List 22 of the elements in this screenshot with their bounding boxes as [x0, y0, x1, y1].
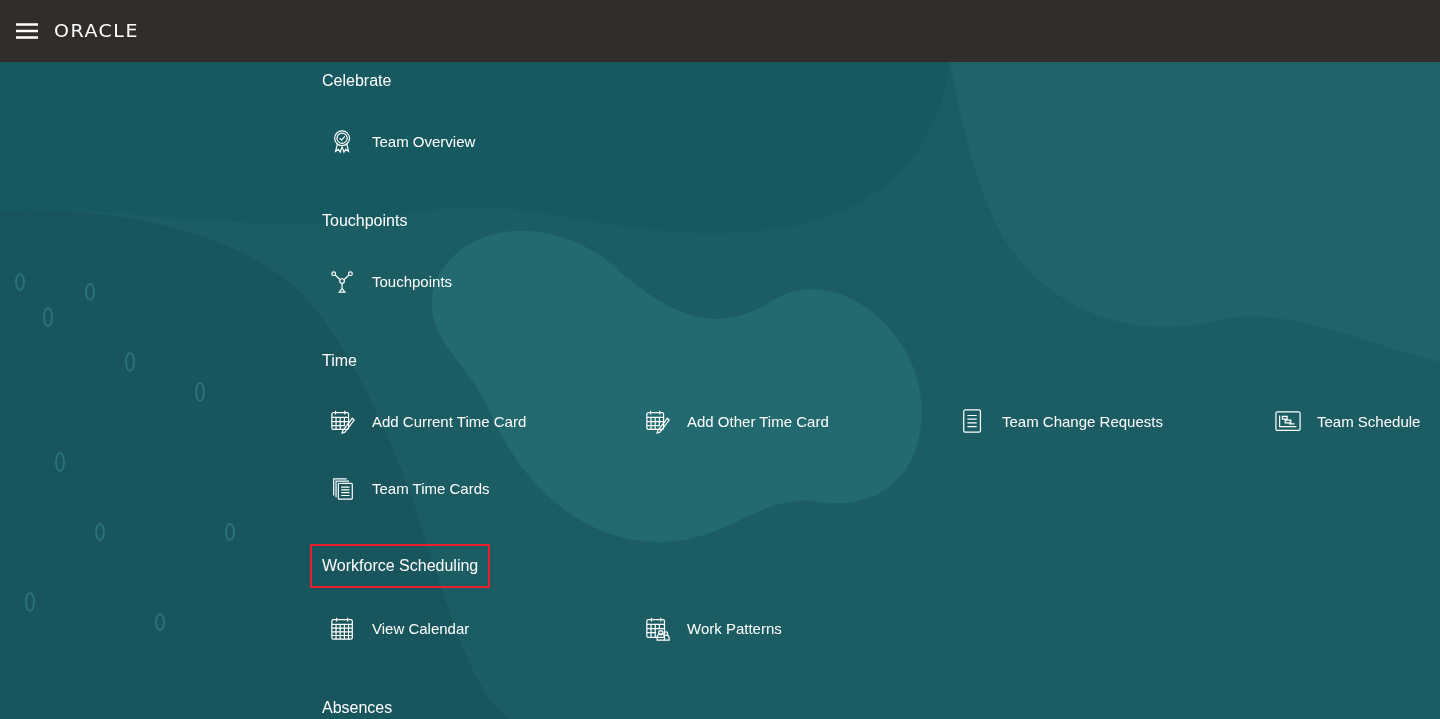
calendar-icon — [330, 615, 356, 642]
app-link[interactable]: Team Time Cards — [330, 455, 490, 522]
app-link[interactable]: Work Patterns — [645, 595, 782, 662]
app-link[interactable]: Add Current Time Card — [330, 388, 527, 455]
calendar-people-icon — [645, 615, 671, 642]
calendar-pencil-icon — [330, 408, 356, 435]
section-heading: Time — [321, 351, 358, 370]
section-heading: Celebrate — [321, 71, 393, 90]
app-link[interactable]: View Calendar — [330, 595, 470, 662]
app-link[interactable]: Team Overview — [330, 108, 476, 175]
logo[interactable]: ORACLE — [54, 21, 139, 41]
section-heading: Touchpoints — [321, 211, 409, 230]
app-link[interactable]: Team Schedule — [1275, 388, 1421, 455]
section-heading: Absences — [321, 698, 394, 717]
calendar-pencil-icon — [645, 408, 671, 435]
menu-icon[interactable] — [16, 23, 38, 39]
app-link[interactable]: Team Change Requests — [960, 388, 1163, 455]
app-link[interactable]: Touchpoints — [330, 248, 453, 315]
network-icon — [330, 268, 356, 295]
app-link[interactable]: Add Other Time Card — [645, 388, 829, 455]
highlighted-section-heading: Workforce Scheduling — [310, 544, 491, 588]
documents-icon — [330, 475, 356, 502]
